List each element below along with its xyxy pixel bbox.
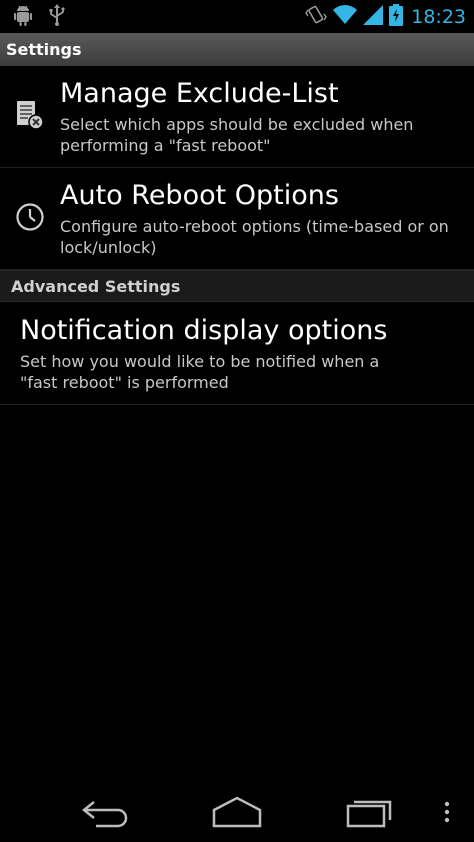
- overflow-menu-icon[interactable]: [440, 794, 454, 834]
- recent-apps-icon[interactable]: [344, 794, 396, 834]
- status-time: 18:23: [411, 5, 466, 28]
- pref-title: Notification display options: [20, 315, 388, 346]
- status-left: [12, 3, 80, 30]
- action-bar: Settings: [0, 33, 474, 66]
- wifi-icon: [333, 4, 358, 29]
- category-label: Advanced Settings: [11, 276, 181, 296]
- vibrate-icon: [305, 4, 328, 30]
- pref-summary: Configure auto-reboot options (time-base…: [60, 217, 449, 257]
- pref-notification-display-options[interactable]: Notification display options Set how you…: [0, 303, 474, 405]
- navigation-bar: [0, 784, 474, 842]
- clock-icon: [15, 202, 45, 236]
- back-icon[interactable]: [80, 794, 130, 834]
- home-icon[interactable]: [211, 794, 263, 834]
- status-right: 18:23: [299, 3, 466, 30]
- signal-icon: [363, 4, 384, 29]
- pref-title: Auto Reboot Options: [60, 180, 339, 211]
- pref-text: Auto Reboot Options Configure auto-reboo…: [60, 168, 460, 258]
- pref-title: Manage Exclude-List: [60, 78, 339, 109]
- pref-manage-exclude-list[interactable]: Manage Exclude-List Select which apps sh…: [0, 66, 474, 168]
- category-advanced-settings: Advanced Settings: [0, 270, 474, 302]
- usb-icon: [48, 3, 66, 30]
- pref-icon-container: [0, 66, 60, 167]
- pref-summary: Set how you would like to be notified wh…: [20, 352, 380, 392]
- pref-auto-reboot-options[interactable]: Auto Reboot Options Configure auto-reboo…: [0, 168, 474, 270]
- settings-screen: 18:23 Settings Manage Exclude-List Selec…: [0, 0, 474, 842]
- pref-text: Manage Exclude-List Select which apps sh…: [60, 66, 460, 156]
- pref-icon-container: [0, 168, 60, 269]
- page-title: Settings: [6, 40, 82, 59]
- exclude-list-icon: [15, 99, 45, 135]
- pref-summary: Select which apps should be excluded whe…: [60, 115, 414, 155]
- pref-text: Notification display options Set how you…: [0, 303, 420, 393]
- android-debug-icon: [12, 4, 34, 30]
- battery-charging-icon: [389, 3, 404, 30]
- status-bar: 18:23: [0, 0, 474, 33]
